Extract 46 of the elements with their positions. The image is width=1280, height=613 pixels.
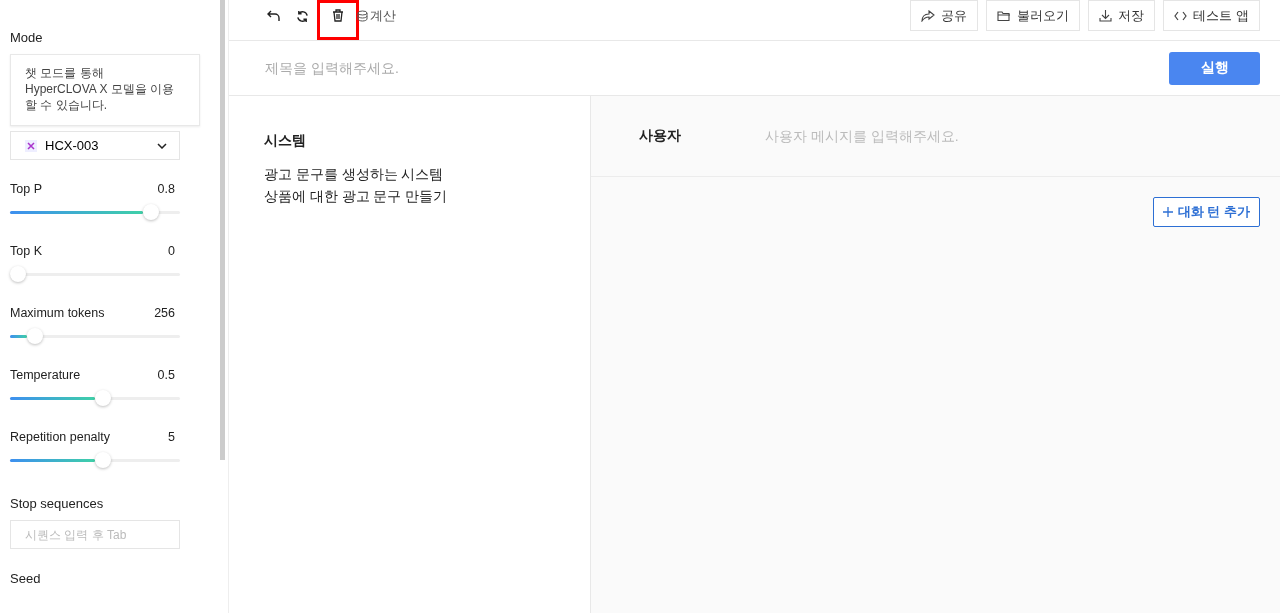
stop-sequences-label: Stop sequences — [10, 496, 105, 511]
param-value: 0 — [168, 244, 175, 258]
param-label: Top K — [10, 244, 42, 258]
undo-icon — [267, 10, 281, 22]
param-value: 0.5 — [157, 368, 175, 382]
run-button[interactable]: 실행 — [1169, 51, 1260, 85]
param-value: 0.8 — [157, 182, 175, 196]
share-icon — [921, 9, 936, 22]
refresh-icon — [295, 9, 309, 23]
mode-label: Mode — [10, 30, 44, 45]
delete-button[interactable] — [317, 0, 359, 40]
slider-thumb[interactable] — [95, 390, 111, 406]
scrollbar-thumb[interactable] — [220, 0, 225, 460]
slider-thumb[interactable] — [95, 452, 111, 468]
calculate-button[interactable]: 계산 — [357, 7, 396, 25]
param-label: Temperature — [10, 368, 81, 382]
seed-label: Seed — [10, 571, 42, 586]
add-turn-button[interactable]: 대화 턴 추가 — [1152, 197, 1260, 227]
model-logo-icon — [25, 139, 37, 152]
param-value: 256 — [154, 306, 175, 320]
toolbar-button[interactable]: 테스트 앱 — [1163, 0, 1260, 31]
param-value: 5 — [168, 430, 175, 444]
download-icon — [1099, 9, 1113, 22]
slider-thumb[interactable] — [10, 266, 26, 282]
model-select[interactable]: HCX-003 — [10, 131, 180, 160]
code-icon — [1174, 10, 1188, 21]
database-icon — [357, 10, 368, 22]
system-prompt-line: 상품에 대한 광고 문구 만들기 — [264, 188, 448, 206]
folder-icon — [997, 9, 1012, 22]
slider-thumb[interactable] — [142, 204, 159, 220]
param-label: Repetition penalty — [10, 430, 111, 444]
toolbar-button[interactable]: 저장 — [1088, 0, 1156, 31]
param-label: Maximum tokens — [10, 306, 105, 320]
trash-icon — [332, 8, 344, 22]
chevron-down-icon — [157, 142, 167, 149]
param-label: Top P — [10, 182, 42, 196]
toolbar-button[interactable]: 공유 — [910, 0, 979, 31]
slider-thumb[interactable] — [27, 328, 43, 344]
system-prompt-line: 광고 문구를 생성하는 시스템 — [264, 166, 445, 184]
toolbar-button[interactable]: 불러오기 — [986, 0, 1081, 31]
stop-sequence-input[interactable]: 시퀀스 입력 후 Tab — [10, 520, 180, 549]
system-heading: 시스템 — [264, 132, 307, 150]
plus-icon — [1162, 207, 1173, 217]
mode-description: 챗 모드를 통해 HyperCLOVA X 모델을 이용할 수 있습니다. — [10, 54, 200, 126]
user-heading: 사용자 — [639, 127, 682, 145]
user-message-input[interactable]: 사용자 메시지를 입력해주세요. — [763, 127, 1167, 145]
